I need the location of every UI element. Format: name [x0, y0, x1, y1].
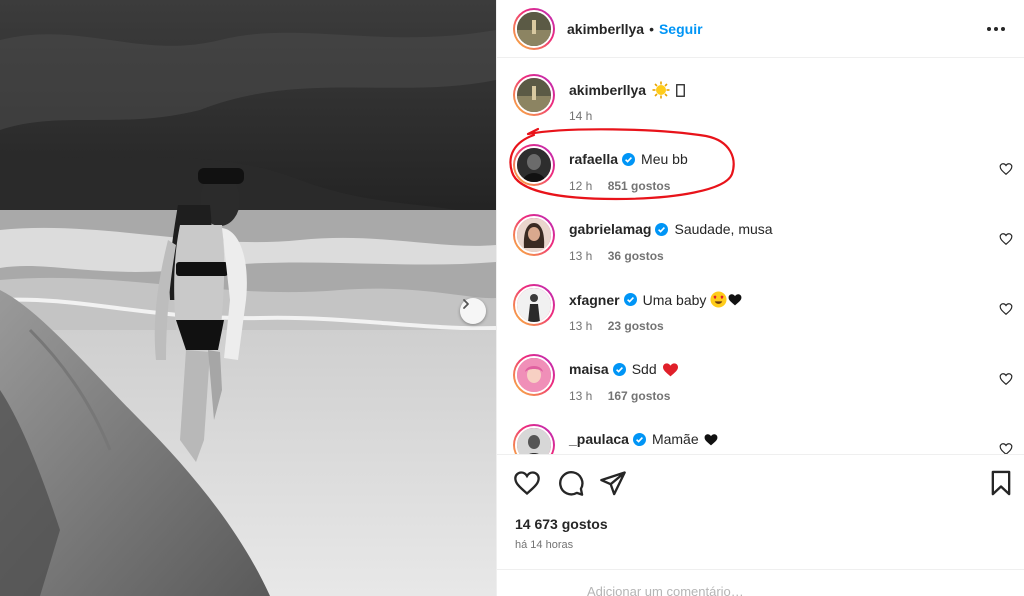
comment-likes[interactable]: 167 gostos — [608, 389, 671, 403]
red-heart-icon — [662, 362, 679, 377]
comment-item: _paulaca Mamãe — [513, 424, 1013, 454]
save-bookmark-icon[interactable] — [987, 469, 1015, 497]
commenter-username[interactable]: xfagner — [569, 292, 620, 308]
next-photo-button[interactable] — [460, 298, 486, 324]
like-comment-heart-icon[interactable] — [999, 232, 1013, 246]
comment-likes[interactable]: 36 gostos — [608, 249, 664, 263]
commenter-avatar[interactable] — [513, 424, 555, 454]
post-timestamp[interactable]: há 14 horas — [515, 539, 573, 551]
comment-time[interactable]: 12 h — [569, 179, 592, 193]
comment-likes[interactable]: 23 gostos — [608, 319, 664, 333]
like-comment-heart-icon[interactable] — [999, 302, 1013, 316]
share-send-icon[interactable] — [599, 469, 627, 497]
like-heart-icon[interactable] — [513, 469, 541, 497]
comment-item: xfagner Uma baby 13 h 23 gostos — [513, 284, 1013, 344]
commenter-username[interactable]: maisa — [569, 361, 609, 377]
commenter-avatar[interactable] — [513, 214, 555, 256]
beach-photo-image — [0, 0, 496, 596]
more-options-icon[interactable] — [985, 18, 1007, 40]
comment-item: rafaella Meu bb 12 h 851 gostos — [513, 144, 1013, 204]
comment-item: gabrielamag Saudade, musa 13 h 36 gostos — [513, 214, 1013, 274]
caption-username[interactable]: akimberllya — [569, 82, 646, 98]
sun-emoji-icon — [652, 81, 670, 99]
comment-text: Uma baby — [642, 291, 707, 308]
verified-badge-icon — [655, 222, 669, 236]
commenter-avatar[interactable] — [513, 144, 555, 186]
like-comment-heart-icon[interactable] — [999, 162, 1013, 176]
post-likes-count[interactable]: 14 673 gostos — [515, 516, 608, 532]
unknown-glyph-icon — [676, 83, 685, 97]
author-avatar[interactable] — [513, 7, 555, 50]
caption-avatar[interactable] — [513, 74, 555, 116]
verified-badge-icon — [623, 293, 637, 306]
header-separator: • — [649, 20, 654, 37]
caption-time[interactable]: 14 h — [569, 109, 592, 123]
black-heart-icon — [704, 433, 718, 446]
post-header: akimberllya • Seguir — [497, 0, 1024, 58]
comment-item: maisa Sdd 13 h 167 gostos — [513, 354, 1013, 414]
black-heart-icon — [728, 293, 742, 306]
commenter-avatar[interactable] — [513, 354, 555, 396]
comment-text: Meu bb — [641, 151, 688, 167]
add-comment-input[interactable]: Adicionar um comentário… — [497, 569, 1024, 596]
verified-badge-icon — [612, 362, 626, 376]
comment-likes[interactable]: 851 gostos — [608, 179, 671, 193]
commenter-avatar[interactable] — [513, 284, 555, 326]
comment-text: Sdd — [631, 361, 657, 377]
comments-list[interactable]: akimberllya 14 h rafaella Meu bb 12 h 85… — [497, 58, 1024, 454]
post-side-panel: akimberllya • Seguir akimberllya 14 h ra… — [496, 0, 1024, 596]
verified-badge-icon — [632, 432, 646, 446]
comment-time[interactable]: 13 h — [569, 389, 592, 403]
author-username[interactable]: akimberllya — [567, 21, 644, 37]
comment-time[interactable]: 13 h — [569, 319, 592, 333]
comment-text: Mamãe — [651, 431, 699, 447]
comment-bubble-icon[interactable] — [557, 469, 585, 497]
like-comment-heart-icon[interactable] — [999, 442, 1013, 454]
comment-time[interactable]: 13 h — [569, 249, 592, 263]
commenter-username[interactable]: rafaella — [569, 151, 618, 167]
commenter-username[interactable]: gabrielamag — [569, 221, 651, 237]
commenter-username[interactable]: _paulaca — [569, 431, 629, 447]
post-actions-bar: 14 673 gostos há 14 horas — [497, 454, 1024, 569]
post-caption: akimberllya 14 h — [513, 74, 1013, 134]
heart-eyes-emoji-icon — [710, 291, 727, 308]
comment-text: Saudade, musa — [674, 221, 773, 237]
post-photo — [0, 0, 496, 596]
verified-badge-icon — [622, 152, 636, 166]
chevron-right-icon — [463, 299, 469, 309]
follow-button[interactable]: Seguir — [659, 21, 703, 37]
like-comment-heart-icon[interactable] — [999, 372, 1013, 386]
